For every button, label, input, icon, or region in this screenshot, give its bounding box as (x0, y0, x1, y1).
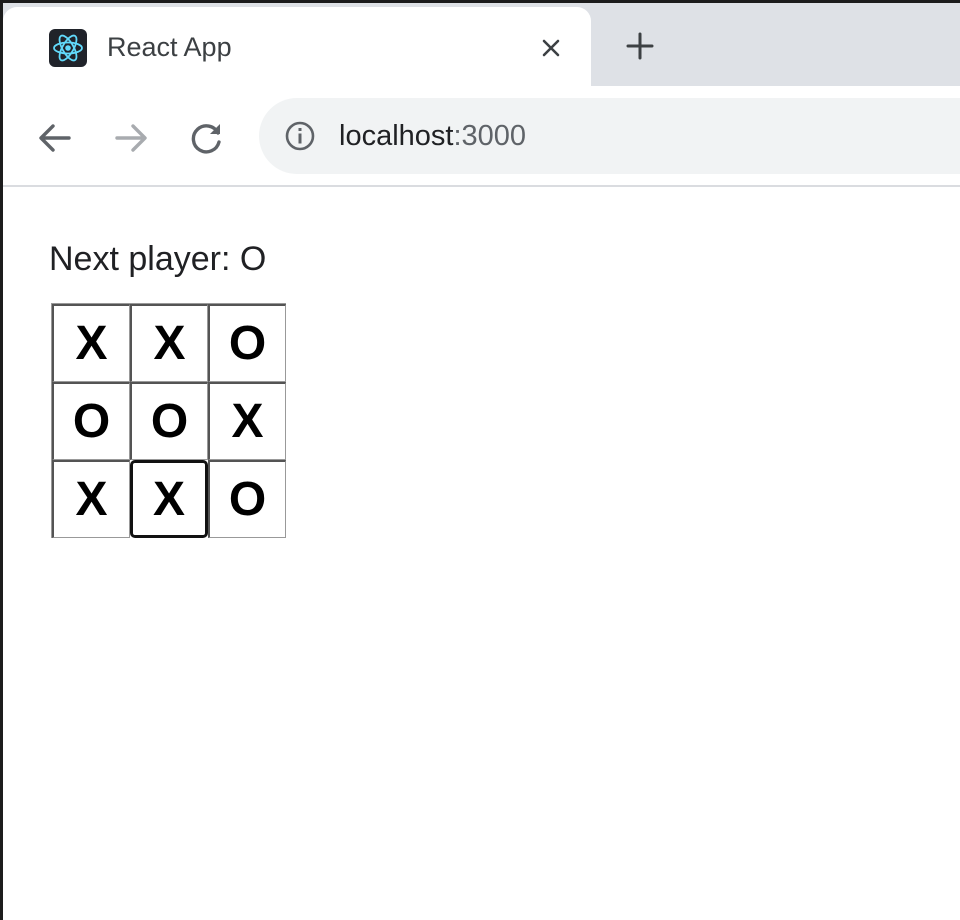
browser-window: React App localhost:3000 Next player: O … (3, 3, 960, 920)
url-port: :3000 (453, 120, 527, 152)
square-7[interactable]: X (130, 460, 208, 538)
square-6[interactable]: X (52, 460, 130, 538)
game-board: X X O O O X X X O (51, 303, 286, 538)
game-status: Next player: O (49, 240, 267, 278)
square-8[interactable]: O (208, 460, 286, 538)
back-arrow-icon[interactable] (35, 118, 75, 158)
reload-icon[interactable] (187, 118, 227, 158)
url-host: localhost (339, 120, 454, 152)
board-row: O O X (52, 382, 286, 460)
board-row: X X O (52, 460, 286, 538)
square-0[interactable]: X (52, 304, 130, 382)
page-content: Next player: O X X O O O X X X O (3, 187, 960, 920)
tab-react-app[interactable]: React App (3, 7, 591, 87)
browser-toolbar: localhost:3000 (3, 86, 960, 187)
square-5[interactable]: X (208, 382, 286, 460)
tab-strip: React App (3, 3, 960, 87)
forward-arrow-icon[interactable] (111, 118, 151, 158)
square-4[interactable]: O (130, 382, 208, 460)
info-icon[interactable] (283, 119, 317, 153)
url-text[interactable]: localhost:3000 (339, 119, 526, 153)
square-2[interactable]: O (208, 304, 286, 382)
close-icon[interactable] (537, 34, 565, 62)
board-row: X X O (52, 304, 286, 382)
square-1[interactable]: X (130, 304, 208, 382)
plus-icon[interactable] (623, 29, 657, 63)
react-logo-icon (49, 29, 87, 67)
address-bar[interactable]: localhost:3000 (259, 98, 960, 174)
tab-title: React App (107, 32, 232, 62)
square-3[interactable]: O (52, 382, 130, 460)
